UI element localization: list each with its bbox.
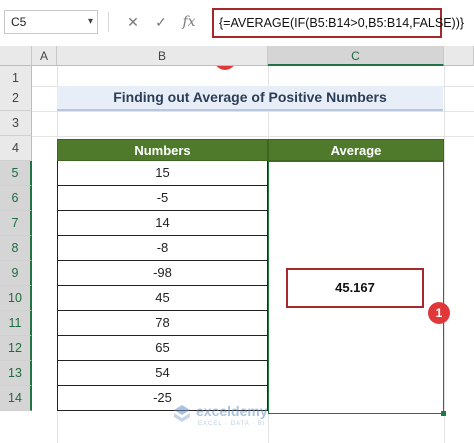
function-icon[interactable]: fx	[178, 12, 200, 32]
number-cell[interactable]: 45	[57, 286, 268, 311]
enter-icon[interactable]: ✓	[150, 12, 172, 32]
watermark-name: exceldemy	[196, 403, 268, 419]
formula-input[interactable]: {=AVERAGE(IF(B5:B14>0,B5:B14,FALSE))}	[212, 8, 464, 38]
column-header-d[interactable]	[444, 46, 474, 66]
callout-badge-result: 1	[428, 302, 450, 324]
average-header[interactable]: Average	[268, 139, 444, 161]
watermark: exceldemy EXCEL · DATA · BI	[172, 401, 322, 431]
select-all-corner[interactable]	[0, 46, 32, 66]
number-cell[interactable]: -98	[57, 261, 268, 286]
row-header[interactable]: 6	[0, 186, 32, 211]
numbers-header[interactable]: Numbers	[57, 139, 268, 161]
column-header-a[interactable]: A	[32, 46, 57, 66]
row-header[interactable]: 5	[0, 161, 32, 186]
exceldemy-logo-icon	[174, 405, 190, 422]
row-header[interactable]: 7	[0, 211, 32, 236]
number-cell[interactable]: 14	[57, 211, 268, 236]
number-cell[interactable]: 78	[57, 311, 268, 336]
row-header[interactable]: 14	[0, 386, 32, 411]
fill-handle[interactable]	[441, 411, 446, 416]
row-header[interactable]: 10	[0, 286, 32, 311]
number-cell[interactable]: 54	[57, 361, 268, 386]
gridline	[32, 111, 474, 112]
row-header[interactable]: 11	[0, 311, 32, 336]
column-header-c[interactable]: C	[268, 46, 444, 66]
row-header[interactable]: 13	[0, 361, 32, 386]
number-cell[interactable]: -5	[57, 186, 268, 211]
cancel-icon[interactable]: ✕	[122, 12, 144, 32]
column-header-b[interactable]: B	[57, 46, 268, 66]
dropdown-icon[interactable]: ▾	[88, 11, 93, 33]
name-box-value: C5	[11, 15, 27, 29]
watermark-tagline: EXCEL · DATA · BI	[198, 421, 266, 427]
average-result[interactable]: 45.167	[286, 268, 424, 308]
formula-bar: C5 ▾ ✕ ✓ fx {=AVERAGE(IF(B5:B14>0,B5:B14…	[0, 0, 474, 46]
row-header[interactable]: 9	[0, 261, 32, 286]
number-cell[interactable]: -8	[57, 236, 268, 261]
sheet-title[interactable]: Finding out Average of Positive Numbers	[57, 86, 443, 111]
row-header[interactable]: 8	[0, 236, 32, 261]
number-cell[interactable]: 65	[57, 336, 268, 361]
name-box[interactable]: C5 ▾	[4, 10, 98, 34]
number-cell[interactable]: 15	[57, 161, 268, 186]
gridline	[444, 66, 445, 443]
row-header[interactable]: 12	[0, 336, 32, 361]
row-header[interactable]: 4	[0, 136, 32, 161]
row-header[interactable]: 3	[0, 111, 32, 136]
gridline	[32, 136, 474, 137]
separator	[108, 12, 109, 32]
row-header[interactable]: 2	[0, 86, 32, 111]
